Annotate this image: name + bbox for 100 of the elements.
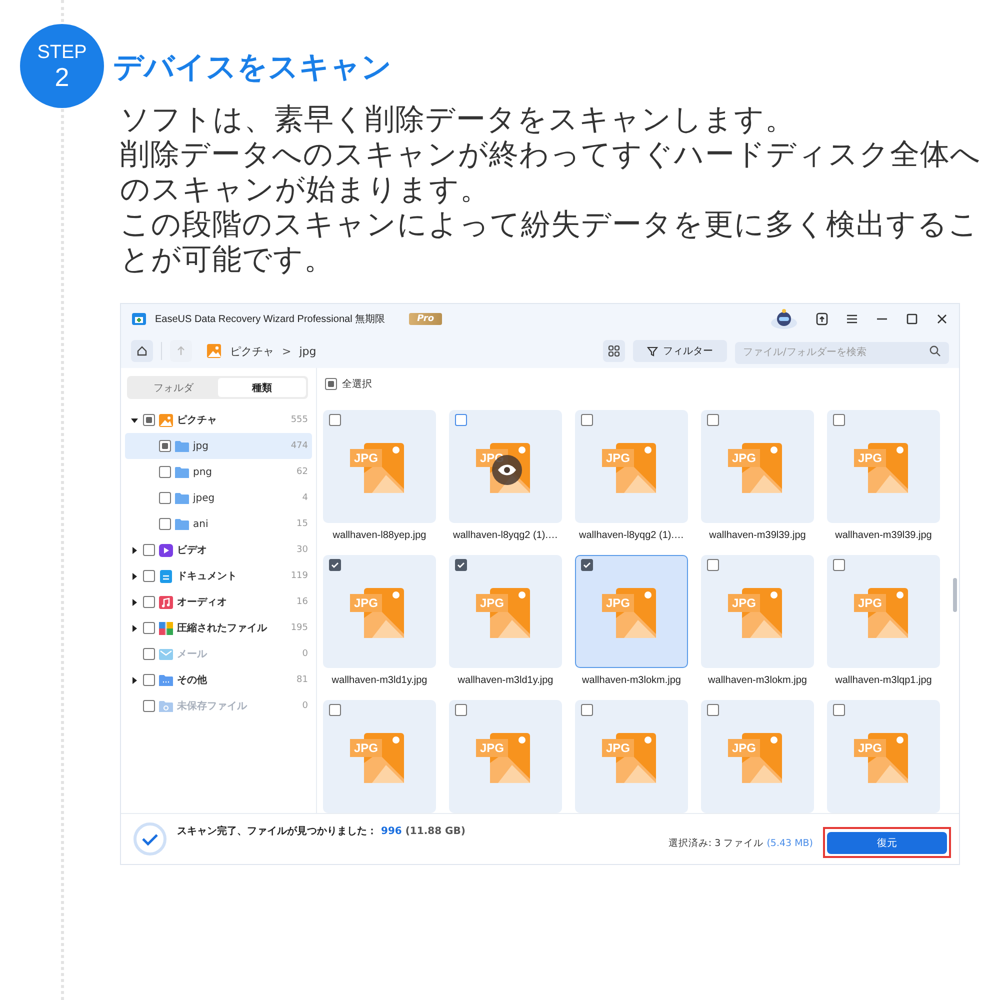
file-thumbnail-card[interactable]: JPG [701,555,814,668]
file-checkbox[interactable] [329,559,341,571]
category-label: png [193,466,214,478]
checkbox[interactable] [143,596,155,608]
file-checkbox[interactable] [455,559,467,571]
file-checkbox[interactable] [581,559,593,571]
file-count: 474 [290,441,308,451]
recover-button[interactable]: 復元 [827,832,947,854]
category-row[interactable]: ani 15 [125,511,312,537]
expand-arrow-icon[interactable] [131,624,138,632]
category-row[interactable]: オーディオ 16 [125,589,312,615]
robot-icon[interactable] [769,308,799,330]
file-type-label: JPG [350,739,382,757]
file-checkbox[interactable] [455,414,467,426]
grid-icon [608,345,620,357]
file-checkbox[interactable] [581,704,593,716]
home-icon [136,345,148,357]
category-label: ani [193,518,210,530]
file-thumbnail-card[interactable]: JPG [449,555,562,668]
expand-arrow-icon[interactable] [131,598,138,606]
category-row[interactable]: jpeg 4 [125,485,312,511]
close-icon[interactable] [935,312,949,326]
file-checkbox[interactable] [707,559,719,571]
expand-arrow-icon[interactable] [131,572,138,580]
breadcrumb-item[interactable]: jpg [299,344,316,358]
checkbox[interactable] [143,414,155,426]
file-count: 119 [290,571,308,581]
category-row[interactable]: jpg 474 [125,433,312,459]
file-checkbox[interactable] [581,414,593,426]
step-heading: デバイスをスキャン [113,50,393,86]
scan-status-text: スキャン完了、ファイルが見つかりました： 996 (11.88 GB) [177,824,466,838]
category-label: その他 [177,674,208,687]
breadcrumb-item[interactable]: ピクチャ [230,344,274,358]
file-type-label: JPG [350,449,382,467]
category-row[interactable]: ピクチャ 555 [125,407,312,433]
file-thumbnail-card[interactable]: JPG [323,555,436,668]
view-tab[interactable]: 種類 [218,378,306,397]
scrollbar-thumb[interactable] [953,578,957,612]
window-title: EaseUS Data Recovery Wizard Professional 無期限 [155,312,386,326]
checkbox[interactable] [143,544,155,556]
checkbox[interactable] [159,518,171,530]
file-thumbnail-card[interactable]: JPG [827,555,940,668]
collapse-arrow-icon[interactable] [131,416,138,424]
search-field[interactable]: ファイル/フォルダーを検索 [735,342,949,364]
file-thumbnail-card[interactable]: JPG [701,700,814,813]
file-count: 0 [302,649,308,659]
category-row[interactable]: その他 81 [125,667,312,693]
file-thumbnail-card[interactable]: JPG [827,700,940,813]
file-thumbnail-card[interactable]: JPG [323,410,436,523]
upload-icon[interactable] [815,312,829,326]
category-label: オーディオ [177,596,228,609]
filter-button[interactable]: フィルター [633,340,727,362]
checkbox[interactable] [159,440,171,452]
file-checkbox[interactable] [329,414,341,426]
file-checkbox[interactable] [707,414,719,426]
filter-icon [647,346,658,356]
file-checkbox[interactable] [329,704,341,716]
file-checkbox[interactable] [455,704,467,716]
expand-arrow-icon[interactable] [131,676,138,684]
category-row[interactable]: 圧縮されたファイル 195 [125,615,312,641]
grid-view-button[interactable] [603,340,625,362]
file-thumbnail-card[interactable]: JPG [575,555,688,668]
file-thumbnail-card[interactable]: JPG [323,700,436,813]
file-checkbox[interactable] [833,704,845,716]
file-checkbox[interactable] [833,559,845,571]
category-label: 未保存ファイル [177,700,248,713]
home-button[interactable] [131,340,153,362]
checkbox[interactable] [143,674,155,686]
file-thumbnail-card[interactable]: JPG [827,410,940,523]
file-name: wallhaven-l88yep.jpg [332,530,428,541]
file-thumbnail-card[interactable]: JPG [449,700,562,813]
file-type-label: JPG [728,594,760,612]
checkbox[interactable] [143,570,155,582]
file-thumbnail-card[interactable]: JPG [701,410,814,523]
file-count: 15 [296,519,308,529]
checkmark-icon [331,561,339,569]
file-checkbox[interactable] [833,414,845,426]
file-name: wallhaven-m3lqp1.jpg [834,675,933,686]
category-row[interactable]: ドキュメント 119 [125,563,312,589]
search-icon[interactable] [929,345,941,357]
pro-badge: Pro [409,313,442,325]
file-thumbnail-card[interactable]: JPG [575,410,688,523]
maximize-icon[interactable] [905,312,919,326]
file-type-label: JPG [476,739,508,757]
file-checkbox[interactable] [707,704,719,716]
view-tab[interactable]: フォルダ [129,378,218,397]
category-row[interactable]: ビデオ 30 [125,537,312,563]
file-name: wallhaven-m39l39.jpg [708,530,807,541]
expand-arrow-icon[interactable] [131,546,138,554]
checkbox[interactable] [143,622,155,634]
category-row[interactable]: png 62 [125,459,312,485]
checkbox[interactable] [159,466,171,478]
file-thumbnail-card[interactable]: JPG [575,700,688,813]
select-all-label: 全選択 [342,378,372,391]
category-label: ドキュメント [177,570,238,583]
select-all-checkbox[interactable] [325,378,337,390]
file-count: 0 [302,701,308,711]
file-type-label: JPG [602,449,634,467]
menu-icon[interactable] [845,312,859,326]
checkbox[interactable] [159,492,171,504]
